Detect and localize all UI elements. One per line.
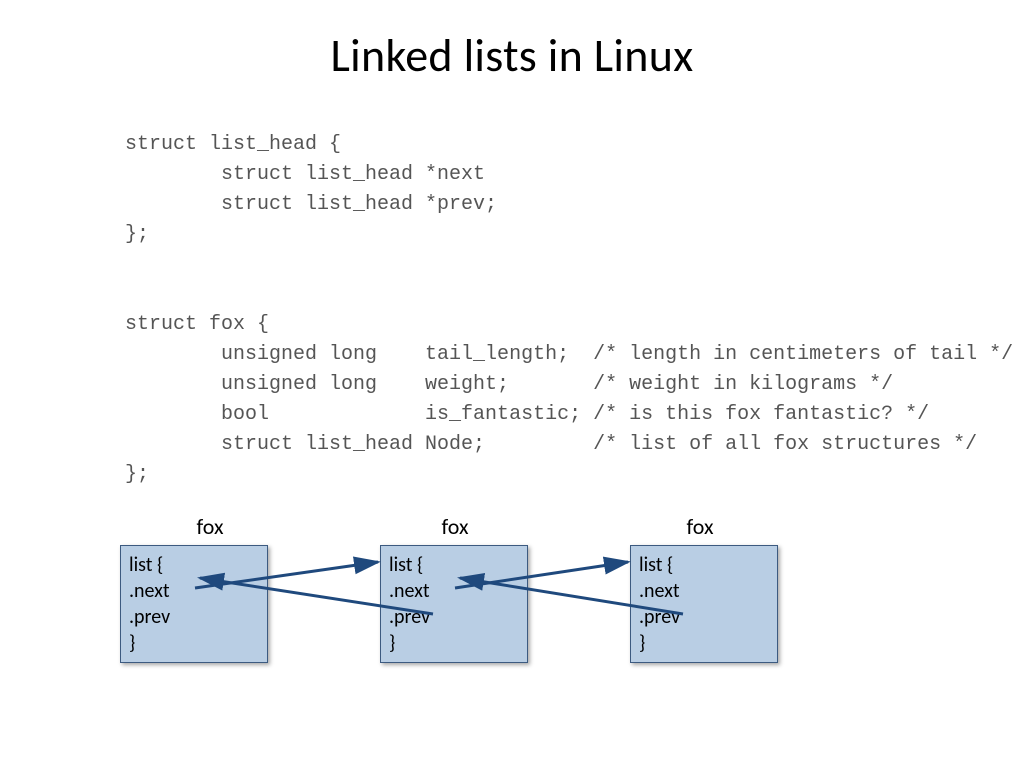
box1-line1: list { bbox=[129, 552, 259, 578]
box3-label: fox bbox=[670, 513, 730, 540]
fox-box-2: list { .next .prev } bbox=[380, 545, 528, 663]
box2-line1: list { bbox=[389, 552, 519, 578]
box1-line3: .prev bbox=[129, 604, 259, 630]
box3-line1: list { bbox=[639, 552, 769, 578]
box2-line4: } bbox=[389, 630, 519, 656]
box2-line3: .prev bbox=[389, 604, 519, 630]
box1-line4: } bbox=[129, 630, 259, 656]
box2-line2: .next bbox=[389, 578, 519, 604]
fox-box-1: list { .next .prev } bbox=[120, 545, 268, 663]
box1-line2: .next bbox=[129, 578, 259, 604]
slide-title: Linked lists in Linux bbox=[0, 28, 1024, 84]
box3-line4: } bbox=[639, 630, 769, 656]
code-block: struct list_head { struct list_head *nex… bbox=[125, 130, 1013, 490]
box1-label: fox bbox=[180, 513, 240, 540]
fox-box-3: list { .next .prev } bbox=[630, 545, 778, 663]
box3-line3: .prev bbox=[639, 604, 769, 630]
box3-line2: .next bbox=[639, 578, 769, 604]
box2-label: fox bbox=[425, 513, 485, 540]
slide: Linked lists in Linux struct list_head {… bbox=[0, 0, 1024, 768]
